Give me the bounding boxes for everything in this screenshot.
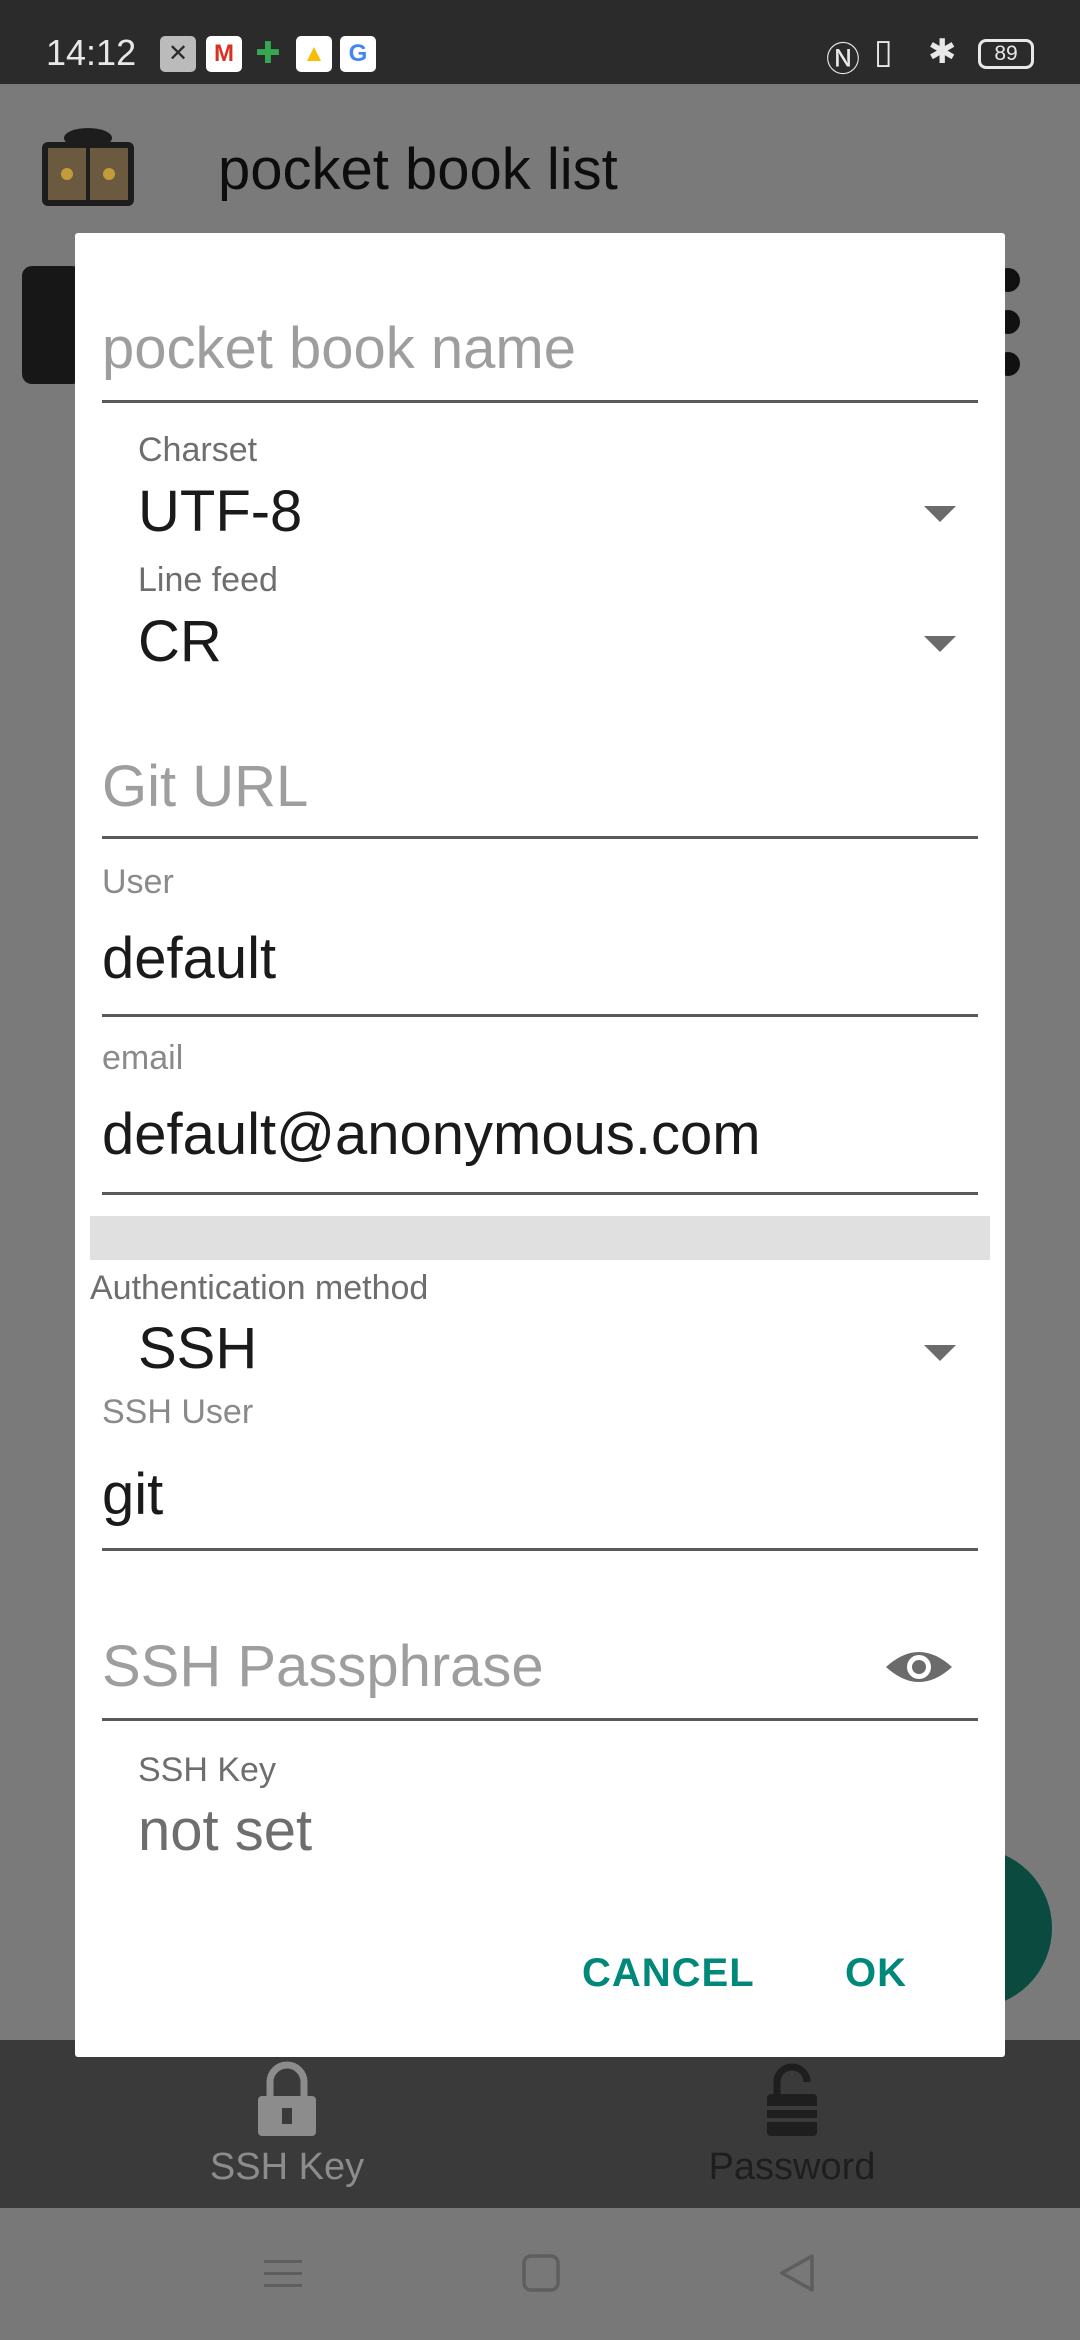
battery-icon: 89	[978, 39, 1034, 69]
user-value: default	[102, 926, 277, 991]
nfc-icon: Ⓝ	[826, 41, 860, 79]
close-notification-icon: ✕	[160, 36, 196, 72]
charset-select[interactable]: Charset UTF-8	[138, 431, 978, 551]
ssh-passphrase-placeholder: SSH Passphrase	[102, 1634, 544, 1699]
book-lock-logo-icon	[42, 128, 134, 206]
authentication-method-value: SSH	[138, 1316, 258, 1381]
cancel-button[interactable]: CANCEL	[582, 1951, 755, 1996]
section-divider	[90, 1216, 990, 1260]
ssh-key-value[interactable]: not set	[138, 1797, 312, 1864]
ok-button[interactable]: OK	[845, 1951, 907, 1996]
pocket-book-name-placeholder: pocket book name	[102, 316, 576, 381]
nav-ssh-key-label: SSH Key	[209, 2146, 365, 2188]
ssh-user-label: SSH User	[102, 1393, 254, 1431]
nav-ssh-key[interactable]: SSH Key	[137, 2060, 437, 2189]
status-bar: 14:12 ✕ M ✚ ▲ G Ⓝ ▯ ✱ 89	[0, 0, 1080, 84]
home-icon[interactable]	[520, 2252, 562, 2294]
user-field[interactable]: default	[102, 925, 978, 1017]
charset-value: UTF-8	[138, 479, 303, 544]
authentication-method-label: Authentication method	[90, 1269, 429, 1307]
user-label: User	[102, 863, 174, 901]
ssh-key-label: SSH Key	[138, 1751, 276, 1789]
line-feed-label: Line feed	[138, 561, 278, 599]
authentication-method-dropdown-icon	[924, 1345, 956, 1361]
app-title: pocket book list	[218, 137, 618, 202]
git-url-field[interactable]: Git URL	[102, 753, 978, 839]
drive-icon: ▲	[296, 36, 332, 72]
lock-icon	[258, 2061, 316, 2136]
gmail-icon: M	[206, 36, 242, 72]
show-password-eye-icon[interactable]	[884, 1645, 954, 1689]
line-feed-value: CR	[138, 609, 222, 674]
email-field[interactable]: default@anonymous.com	[102, 1101, 978, 1195]
nav-password-label: Password	[708, 2146, 876, 2188]
back-icon[interactable]	[776, 2252, 818, 2294]
ssh-user-value: git	[102, 1462, 164, 1527]
git-url-placeholder: Git URL	[102, 754, 309, 819]
line-feed-select[interactable]: Line feed CR	[138, 561, 978, 681]
menu-icon[interactable]	[262, 2252, 304, 2294]
puzzle-icon: ✚	[250, 36, 286, 72]
charset-dropdown-icon	[924, 506, 956, 522]
ssh-passphrase-field[interactable]: SSH Passphrase	[102, 1633, 978, 1721]
email-label: email	[102, 1039, 184, 1077]
system-navigation-bar	[0, 2208, 1080, 2340]
nav-password[interactable]: Password	[642, 2060, 942, 2189]
password-lock-icon	[767, 2063, 817, 2136]
ssh-user-field[interactable]: git	[102, 1461, 978, 1551]
book-list-item-icon	[22, 266, 82, 384]
charset-label: Charset	[138, 431, 258, 469]
create-pocket-book-dialog: pocket book name Charset UTF-8 Line feed…	[75, 233, 1005, 2057]
bluetooth-icon: ✱	[928, 33, 957, 71]
vibrate-icon: ▯	[874, 33, 893, 71]
status-time: 14:12	[46, 32, 137, 73]
email-value: default@anonymous.com	[102, 1102, 761, 1167]
bottom-navigation: SSH Key Password	[0, 2040, 1080, 2208]
authentication-method-select[interactable]: SSH	[138, 1315, 978, 1395]
line-feed-dropdown-icon	[924, 636, 956, 652]
google-icon: G	[340, 36, 376, 72]
pocket-book-name-field[interactable]: pocket book name	[102, 315, 978, 403]
app-bar: pocket book list	[0, 84, 1080, 236]
